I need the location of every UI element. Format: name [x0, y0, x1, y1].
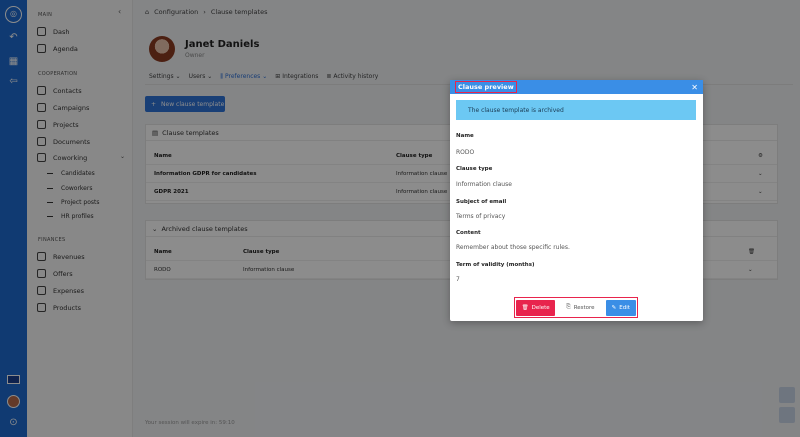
trash-icon: 🗑 [521, 304, 529, 311]
field-label: Subject of email [456, 199, 507, 205]
modal-actions: 🗑 Delete ⎘ Restore ✎ Edit [514, 297, 638, 318]
field-value: Information clause [456, 181, 512, 188]
field-label: Term of validity (months) [456, 262, 535, 268]
delete-button[interactable]: 🗑 Delete [516, 299, 556, 316]
close-icon[interactable]: ✕ [691, 83, 698, 92]
edit-button[interactable]: ✎ Edit [605, 299, 636, 316]
field-label: Name [456, 133, 474, 139]
restore-icon: ⎘ [566, 304, 571, 310]
pencil-icon: ✎ [611, 304, 617, 311]
modal-header: Clause preview ✕ [450, 80, 703, 94]
field-value: RODO [456, 149, 475, 156]
field-label: Clause type [456, 166, 493, 172]
field-label: Content [456, 230, 481, 236]
clause-preview-modal: Clause preview ✕ The clause template is … [450, 80, 703, 321]
field-value: Remember about those specific rules. [456, 244, 570, 251]
field-value: 7 [456, 276, 460, 283]
restore-button[interactable]: ⎘ Restore [558, 299, 603, 316]
field-value: Terms of privacy [456, 213, 506, 220]
archived-alert: The clause template is archived [456, 100, 696, 120]
modal-title: Clause preview [455, 81, 517, 93]
